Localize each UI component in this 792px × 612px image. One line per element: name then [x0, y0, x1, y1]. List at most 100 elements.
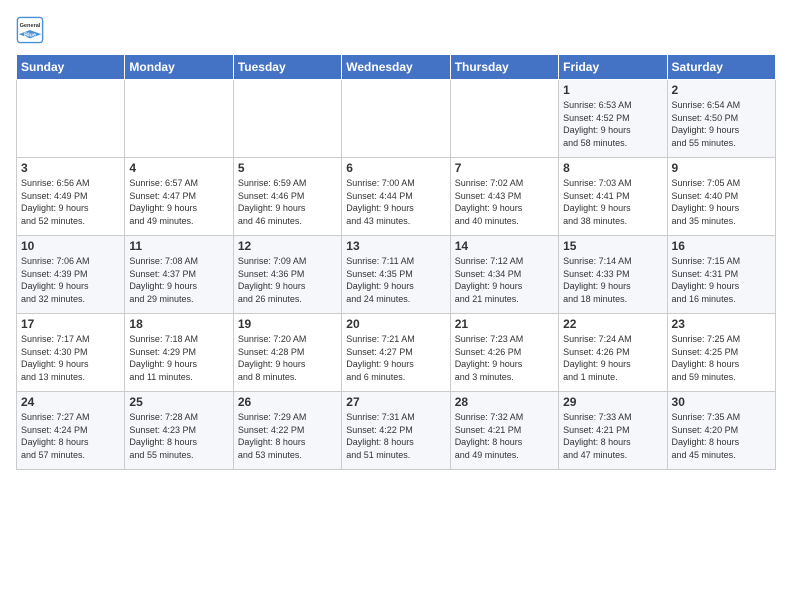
day-info: Sunrise: 7:33 AM Sunset: 4:21 PM Dayligh…	[563, 411, 662, 461]
day-number: 20	[346, 317, 445, 331]
day-number: 15	[563, 239, 662, 253]
day-cell: 9 Sunrise: 7:05 AM Sunset: 4:40 PM Daylig…	[667, 158, 775, 236]
day-number: 16	[672, 239, 771, 253]
day-info: Sunrise: 6:54 AM Sunset: 4:50 PM Dayligh…	[672, 99, 771, 149]
day-number: 7	[455, 161, 554, 175]
col-header-thursday: Thursday	[450, 55, 558, 80]
day-number: 17	[21, 317, 120, 331]
day-cell: 1Sunrise: 6:53 AM Sunset: 4:52 PM Daylig…	[559, 80, 667, 158]
day-cell: 5 Sunrise: 6:59 AM Sunset: 4:46 PM Daylig…	[233, 158, 341, 236]
day-cell: 14Sunrise: 7:12 AM Sunset: 4:34 PM Dayli…	[450, 236, 558, 314]
day-cell: 28Sunrise: 7:32 AM Sunset: 4:21 PM Dayli…	[450, 392, 558, 470]
day-info: Sunrise: 7:32 AM Sunset: 4:21 PM Dayligh…	[455, 411, 554, 461]
week-row-5: 24 Sunrise: 7:27 AM Sunset: 4:24 PM Dayli…	[17, 392, 776, 470]
day-info: Sunrise: 7:17 AM Sunset: 4:30 PM Dayligh…	[21, 333, 120, 383]
day-cell: 18 Sunrise: 7:18 AM Sunset: 4:29 PM Dayli…	[125, 314, 233, 392]
day-info: Sunrise: 7:08 AM Sunset: 4:37 PM Dayligh…	[129, 255, 228, 305]
day-cell: 2Sunrise: 6:54 AM Sunset: 4:50 PM Daylig…	[667, 80, 775, 158]
day-cell: 27Sunrise: 7:31 AM Sunset: 4:22 PM Dayli…	[342, 392, 450, 470]
day-info: Sunrise: 6:57 AM Sunset: 4:47 PM Dayligh…	[129, 177, 228, 227]
day-cell: 29 Sunrise: 7:33 AM Sunset: 4:21 PM Dayli…	[559, 392, 667, 470]
day-number: 24	[21, 395, 120, 409]
day-number: 10	[21, 239, 120, 253]
day-info: Sunrise: 7:20 AM Sunset: 4:28 PM Dayligh…	[238, 333, 337, 383]
day-info: Sunrise: 7:35 AM Sunset: 4:20 PM Dayligh…	[672, 411, 771, 461]
day-info: Sunrise: 6:56 AM Sunset: 4:49 PM Dayligh…	[21, 177, 120, 227]
day-info: Sunrise: 7:02 AM Sunset: 4:43 PM Dayligh…	[455, 177, 554, 227]
day-number: 26	[238, 395, 337, 409]
week-row-2: 3 Sunrise: 6:56 AM Sunset: 4:49 PM Daylig…	[17, 158, 776, 236]
day-info: Sunrise: 7:15 AM Sunset: 4:31 PM Dayligh…	[672, 255, 771, 305]
day-info: Sunrise: 6:59 AM Sunset: 4:46 PM Dayligh…	[238, 177, 337, 227]
day-cell: 6Sunrise: 7:00 AM Sunset: 4:44 PM Daylig…	[342, 158, 450, 236]
day-info: Sunrise: 7:06 AM Sunset: 4:39 PM Dayligh…	[21, 255, 120, 305]
svg-text:General: General	[20, 23, 41, 29]
week-row-4: 17 Sunrise: 7:17 AM Sunset: 4:30 PM Dayli…	[17, 314, 776, 392]
day-number: 30	[672, 395, 771, 409]
week-row-3: 10 Sunrise: 7:06 AM Sunset: 4:39 PM Dayli…	[17, 236, 776, 314]
calendar-table: SundayMondayTuesdayWednesdayThursdayFrid…	[16, 54, 776, 470]
day-info: Sunrise: 7:23 AM Sunset: 4:26 PM Dayligh…	[455, 333, 554, 383]
day-cell: 3 Sunrise: 6:56 AM Sunset: 4:49 PM Daylig…	[17, 158, 125, 236]
day-number: 25	[129, 395, 228, 409]
logo-icon: General Blue	[16, 16, 44, 44]
day-number: 13	[346, 239, 445, 253]
day-info: Sunrise: 7:31 AM Sunset: 4:22 PM Dayligh…	[346, 411, 445, 461]
day-cell	[450, 80, 558, 158]
day-cell	[17, 80, 125, 158]
day-info: Sunrise: 7:18 AM Sunset: 4:29 PM Dayligh…	[129, 333, 228, 383]
col-header-monday: Monday	[125, 55, 233, 80]
day-info: Sunrise: 7:25 AM Sunset: 4:25 PM Dayligh…	[672, 333, 771, 383]
day-number: 5	[238, 161, 337, 175]
day-cell: 7 Sunrise: 7:02 AM Sunset: 4:43 PM Daylig…	[450, 158, 558, 236]
page-container: General Blue SundayMondayTuesdayWednesda…	[0, 0, 792, 480]
day-info: Sunrise: 7:14 AM Sunset: 4:33 PM Dayligh…	[563, 255, 662, 305]
day-cell: 13 Sunrise: 7:11 AM Sunset: 4:35 PM Dayli…	[342, 236, 450, 314]
day-cell	[342, 80, 450, 158]
day-info: Sunrise: 7:27 AM Sunset: 4:24 PM Dayligh…	[21, 411, 120, 461]
day-info: Sunrise: 7:24 AM Sunset: 4:26 PM Dayligh…	[563, 333, 662, 383]
day-number: 29	[563, 395, 662, 409]
day-number: 4	[129, 161, 228, 175]
day-info: Sunrise: 7:03 AM Sunset: 4:41 PM Dayligh…	[563, 177, 662, 227]
day-cell: 21 Sunrise: 7:23 AM Sunset: 4:26 PM Dayli…	[450, 314, 558, 392]
svg-text:Blue: Blue	[24, 32, 36, 38]
day-number: 3	[21, 161, 120, 175]
day-info: Sunrise: 7:21 AM Sunset: 4:27 PM Dayligh…	[346, 333, 445, 383]
day-cell: 26 Sunrise: 7:29 AM Sunset: 4:22 PM Dayli…	[233, 392, 341, 470]
day-cell: 24 Sunrise: 7:27 AM Sunset: 4:24 PM Dayli…	[17, 392, 125, 470]
col-header-friday: Friday	[559, 55, 667, 80]
col-header-sunday: Sunday	[17, 55, 125, 80]
header: General Blue	[16, 16, 776, 44]
day-info: Sunrise: 7:11 AM Sunset: 4:35 PM Dayligh…	[346, 255, 445, 305]
day-cell: 12Sunrise: 7:09 AM Sunset: 4:36 PM Dayli…	[233, 236, 341, 314]
col-header-wednesday: Wednesday	[342, 55, 450, 80]
day-number: 14	[455, 239, 554, 253]
day-number: 23	[672, 317, 771, 331]
day-cell	[233, 80, 341, 158]
day-info: Sunrise: 7:29 AM Sunset: 4:22 PM Dayligh…	[238, 411, 337, 461]
header-row: SundayMondayTuesdayWednesdayThursdayFrid…	[17, 55, 776, 80]
day-info: Sunrise: 7:05 AM Sunset: 4:40 PM Dayligh…	[672, 177, 771, 227]
day-cell: 20 Sunrise: 7:21 AM Sunset: 4:27 PM Dayli…	[342, 314, 450, 392]
day-info: Sunrise: 7:00 AM Sunset: 4:44 PM Dayligh…	[346, 177, 445, 227]
day-cell: 25 Sunrise: 7:28 AM Sunset: 4:23 PM Dayli…	[125, 392, 233, 470]
day-cell: 22Sunrise: 7:24 AM Sunset: 4:26 PM Dayli…	[559, 314, 667, 392]
day-number: 9	[672, 161, 771, 175]
day-number: 11	[129, 239, 228, 253]
logo: General Blue	[16, 16, 48, 44]
day-cell	[125, 80, 233, 158]
day-cell: 11 Sunrise: 7:08 AM Sunset: 4:37 PM Dayli…	[125, 236, 233, 314]
day-cell: 30 Sunrise: 7:35 AM Sunset: 4:20 PM Dayli…	[667, 392, 775, 470]
day-number: 21	[455, 317, 554, 331]
day-cell: 15 Sunrise: 7:14 AM Sunset: 4:33 PM Dayli…	[559, 236, 667, 314]
day-cell: 17 Sunrise: 7:17 AM Sunset: 4:30 PM Dayli…	[17, 314, 125, 392]
day-cell: 8Sunrise: 7:03 AM Sunset: 4:41 PM Daylig…	[559, 158, 667, 236]
day-info: Sunrise: 6:53 AM Sunset: 4:52 PM Dayligh…	[563, 99, 662, 149]
day-number: 19	[238, 317, 337, 331]
day-info: Sunrise: 7:28 AM Sunset: 4:23 PM Dayligh…	[129, 411, 228, 461]
day-number: 18	[129, 317, 228, 331]
day-number: 12	[238, 239, 337, 253]
day-cell: 10 Sunrise: 7:06 AM Sunset: 4:39 PM Dayli…	[17, 236, 125, 314]
day-cell: 4 Sunrise: 6:57 AM Sunset: 4:47 PM Daylig…	[125, 158, 233, 236]
